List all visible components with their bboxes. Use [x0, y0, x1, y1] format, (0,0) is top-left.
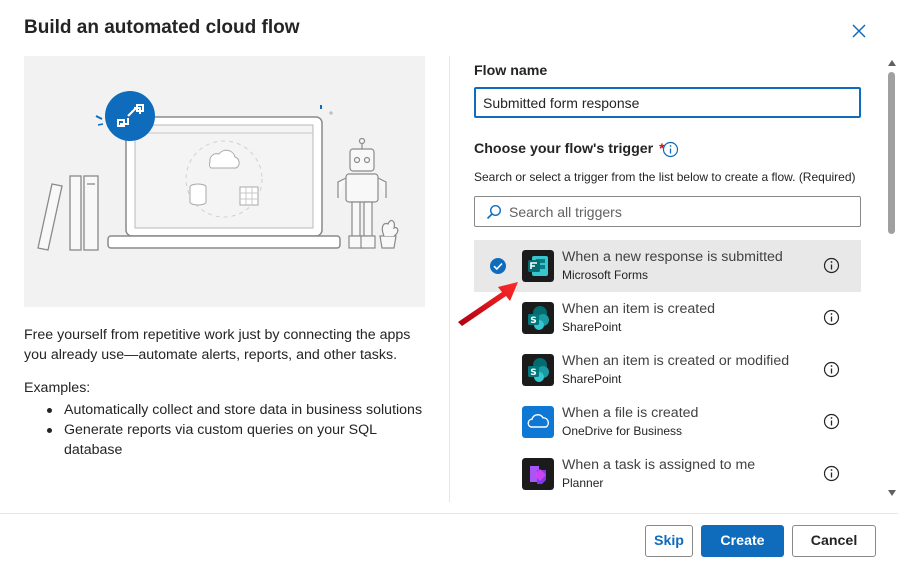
- info-icon[interactable]: [823, 309, 840, 326]
- trigger-item-forms-new-response[interactable]: When a new response is submitted Microso…: [474, 240, 861, 292]
- trigger-item-onedrive-file-created[interactable]: When a file is created OneDrive for Busi…: [474, 396, 861, 448]
- trigger-title: When an item is created or modified: [562, 353, 790, 369]
- trigger-connector: OneDrive for Business: [562, 424, 683, 438]
- forms-icon: [522, 250, 554, 282]
- close-button[interactable]: [848, 20, 870, 42]
- close-icon: [852, 24, 866, 38]
- examples-heading: Examples:: [24, 380, 91, 396]
- cancel-button[interactable]: Cancel: [792, 525, 876, 557]
- planner-icon: [522, 458, 554, 490]
- trigger-item-sharepoint-created-modified[interactable]: S When an item is created or modified Sh…: [474, 344, 861, 396]
- skip-button[interactable]: Skip: [645, 525, 693, 557]
- flow-name-label: Flow name: [474, 63, 548, 79]
- info-icon[interactable]: [823, 465, 840, 482]
- trigger-title: When a task is assigned to me: [562, 457, 756, 473]
- panel-divider: [449, 56, 450, 502]
- trigger-connector: Planner: [562, 476, 604, 490]
- create-button[interactable]: Create: [701, 525, 784, 557]
- dialog-title: Build an automated cloud flow: [24, 17, 300, 38]
- trigger-info-button[interactable]: [662, 141, 679, 158]
- trigger-connector: SharePoint: [562, 320, 622, 334]
- trigger-title: When a file is created: [562, 405, 699, 421]
- footer-divider: [0, 513, 898, 514]
- search-icon: [486, 204, 502, 220]
- trigger-label: Choose your flow's trigger *: [474, 141, 665, 157]
- onedrive-icon: [522, 406, 554, 438]
- scrollbar-thumb[interactable]: [888, 72, 895, 234]
- check-icon: [490, 258, 506, 274]
- sharepoint-icon: S: [522, 302, 554, 334]
- trigger-connector: SharePoint: [562, 372, 622, 386]
- examples-list: Automatically collect and store data in …: [40, 400, 430, 460]
- trigger-list-scrollbar[interactable]: [885, 56, 898, 502]
- info-icon[interactable]: [823, 257, 840, 274]
- trigger-label-text: Choose your flow's trigger: [474, 141, 654, 157]
- info-icon[interactable]: [823, 361, 840, 378]
- trigger-search-box[interactable]: [474, 196, 861, 227]
- trigger-connector: Microsoft Forms: [562, 268, 649, 282]
- intro-description: Free yourself from repetitive work just …: [24, 327, 411, 363]
- svg-text:S: S: [530, 316, 536, 326]
- hero-illustration: [24, 56, 425, 307]
- trigger-list: When a new response is submitted Microso…: [474, 240, 861, 502]
- robot-illustration: [337, 137, 399, 249]
- trigger-help-text: Search or select a trigger from the list…: [474, 170, 856, 184]
- scroll-up-icon[interactable]: [888, 60, 896, 66]
- svg-text:S: S: [530, 368, 536, 378]
- books-illustration: [37, 175, 99, 251]
- example-item: Generate reports via custom queries on y…: [40, 420, 430, 460]
- sharepoint-icon: S: [522, 354, 554, 386]
- trigger-title: When an item is created: [562, 301, 715, 317]
- info-icon: [662, 141, 679, 158]
- trigger-item-planner-task-assigned[interactable]: When a task is assigned to me Planner: [474, 448, 861, 500]
- trigger-item-sharepoint-created[interactable]: S When an item is created SharePoint: [474, 292, 861, 344]
- flow-name-input[interactable]: [474, 87, 861, 118]
- trigger-search-input[interactable]: [509, 197, 849, 226]
- example-item: Automatically collect and store data in …: [40, 400, 430, 420]
- scroll-down-icon[interactable]: [888, 490, 896, 496]
- trigger-title: When a new response is submitted: [562, 249, 783, 265]
- info-icon[interactable]: [823, 413, 840, 430]
